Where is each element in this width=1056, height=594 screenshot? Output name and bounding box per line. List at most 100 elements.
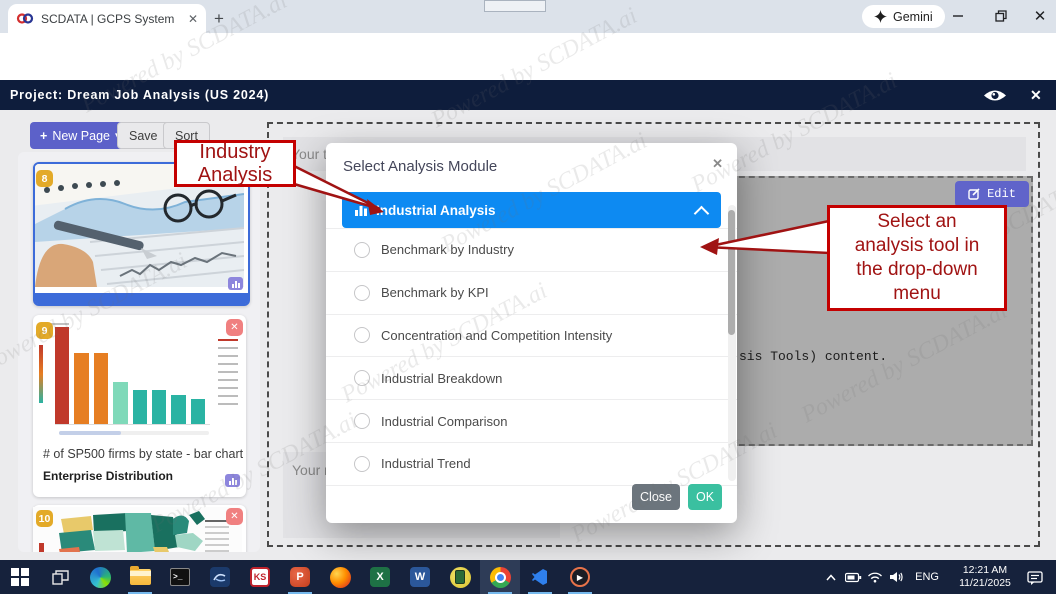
dialog-close-icon[interactable]: ✕ <box>712 156 723 172</box>
thumb-bar <box>113 382 127 424</box>
task-view-icon <box>52 570 69 585</box>
edge-icon[interactable] <box>80 560 120 594</box>
selected-page-bar <box>35 293 248 304</box>
capture-app-icon[interactable] <box>200 560 240 594</box>
radio-icon[interactable] <box>354 413 370 429</box>
powerpoint-icon[interactable]: P <box>280 560 320 594</box>
vscode-glyph <box>531 568 549 586</box>
new-tab-button[interactable]: + <box>214 9 224 29</box>
tray-chevron-icon[interactable] <box>820 573 842 582</box>
phone-app-icon[interactable] <box>440 560 480 594</box>
save-button[interactable]: Save <box>117 122 170 149</box>
thumb-bar <box>74 353 88 424</box>
minimize-button[interactable] <box>948 6 968 26</box>
radio-icon[interactable] <box>354 242 370 258</box>
thumbnail-bar-chart <box>55 324 210 425</box>
battery-icon[interactable] <box>842 571 864 583</box>
plus-icon: + <box>40 129 47 143</box>
gemini-star-icon <box>874 10 887 23</box>
ks-app-icon[interactable]: KS <box>240 560 280 594</box>
option-industrial-trend[interactable]: Industrial Trend <box>326 443 737 486</box>
tray-date: 11/21/2025 <box>954 577 1016 590</box>
analysis-option-list: Benchmark by Industry Benchmark by KPI C… <box>326 228 737 485</box>
option-industrial-breakdown[interactable]: Industrial Breakdown <box>326 357 737 400</box>
radio-icon[interactable] <box>354 285 370 301</box>
option-benchmark-by-industry[interactable]: Benchmark by Industry <box>326 228 737 272</box>
chevron-up-icon <box>694 206 710 222</box>
task-view-button[interactable] <box>40 560 80 594</box>
browser-toolbar: workspace.scdata.ai/gcps/projecteditor?i… <box>0 33 1056 66</box>
delete-page-icon[interactable]: ✕ <box>226 508 243 525</box>
gemini-label: Gemini <box>893 10 933 24</box>
page-number-badge: 8 <box>36 170 53 187</box>
project-header: Project: Dream Job Analysis (US 2024) ✕ <box>0 80 1056 110</box>
callout-industry-analysis: Industry Analysis <box>174 140 296 187</box>
window-close-button[interactable]: ✕ <box>1030 6 1050 26</box>
edit-label: Edit <box>987 187 1016 201</box>
option-industrial-comparison[interactable]: Industrial Comparison <box>326 400 737 443</box>
system-tray: ENG 12:21 AM 11/21/2025 <box>820 560 1056 594</box>
media-player-icon[interactable]: ▶ <box>560 560 600 594</box>
chart-type-icon[interactable] <box>228 277 243 290</box>
browser-tab[interactable]: SCDATA | GCPS System ✕ <box>8 4 206 33</box>
excel-icon[interactable]: X <box>360 560 400 594</box>
thumb-bar <box>191 399 205 424</box>
chart-type-icon[interactable] <box>225 474 240 487</box>
preview-eye-icon[interactable] <box>983 88 1007 103</box>
radio-icon[interactable] <box>354 456 370 472</box>
new-page-button[interactable]: + New Page ▾ <box>30 122 130 149</box>
dialog-title: Select Analysis Module <box>343 158 497 175</box>
module-dropdown-header[interactable]: Industrial Analysis <box>342 192 721 228</box>
clock[interactable]: 12:21 AM 11/21/2025 <box>954 564 1016 590</box>
language-indicator[interactable]: ENG <box>915 571 939 583</box>
project-close-icon[interactable]: ✕ <box>1030 87 1042 104</box>
gemini-button[interactable]: Gemini <box>862 5 945 28</box>
thumb-bar <box>94 353 108 424</box>
radio-icon[interactable] <box>354 327 370 343</box>
wifi-icon[interactable] <box>864 571 886 583</box>
word-icon[interactable]: W <box>400 560 440 594</box>
windows-taskbar: >_ KS P X W ▶ <box>0 560 1056 594</box>
thumbnail-label: Enterprise Distribution <box>43 469 173 483</box>
option-benchmark-by-kpi[interactable]: Benchmark by KPI <box>326 272 737 315</box>
module-dropdown-label: Industrial Analysis <box>376 203 496 218</box>
restore-button[interactable] <box>991 6 1011 26</box>
notification-center-icon[interactable] <box>1024 570 1046 585</box>
page-thumbnail-panel: 8 # of SP500 firms by state - bar chart … <box>18 152 260 552</box>
thumb-bar <box>133 390 147 424</box>
page-thumbnail-9[interactable]: # of SP500 firms by state - bar chart En… <box>33 315 246 497</box>
browser-tab-strip: SCDATA | GCPS System ✕ + Gemini ✕ <box>0 0 1056 33</box>
edit-button[interactable]: Edit <box>955 181 1029 207</box>
modal-scrollbar-thumb[interactable] <box>728 210 735 335</box>
vscode-icon[interactable] <box>520 560 560 594</box>
option-concentration-competition[interactable]: Concentration and Competition Intensity <box>326 315 737 358</box>
thumb-legend-lines <box>212 337 238 409</box>
thumb-scrollbar-thumb <box>59 431 121 435</box>
thumb-bar <box>55 327 69 424</box>
terminal-icon[interactable]: >_ <box>160 560 200 594</box>
close-button[interactable]: Close <box>632 484 680 510</box>
thumb-bar <box>152 390 166 424</box>
slide-content-text: sis Tools) content. <box>739 349 887 364</box>
window-artifact <box>484 0 546 12</box>
delete-page-icon[interactable]: ✕ <box>226 319 243 336</box>
edit-pencil-icon <box>968 188 980 200</box>
radio-icon[interactable] <box>354 370 370 386</box>
ok-button[interactable]: OK <box>688 484 722 510</box>
firefox-icon[interactable] <box>320 560 360 594</box>
thumbnail-caption: # of SP500 firms by state - bar chart <box>43 447 243 461</box>
select-analysis-module-dialog: Select Analysis Module ✕ Industrial Anal… <box>326 143 737 523</box>
chrome-icon[interactable] <box>480 560 520 594</box>
file-explorer-icon[interactable] <box>120 560 160 594</box>
modal-scrollbar-track[interactable] <box>728 205 736 481</box>
start-button[interactable] <box>0 560 40 594</box>
module-bars-icon <box>354 203 368 217</box>
site-favicon <box>16 12 34 25</box>
page-number-badge: 9 <box>36 322 53 339</box>
speaker-icon[interactable] <box>886 571 908 583</box>
thumb-scrollbar-track <box>59 431 209 435</box>
tab-title: SCDATA | GCPS System <box>41 12 184 26</box>
tab-close-icon[interactable]: ✕ <box>188 12 198 26</box>
page-number-badge: 10 <box>36 510 53 527</box>
page-thumbnail-10[interactable] <box>33 505 246 552</box>
